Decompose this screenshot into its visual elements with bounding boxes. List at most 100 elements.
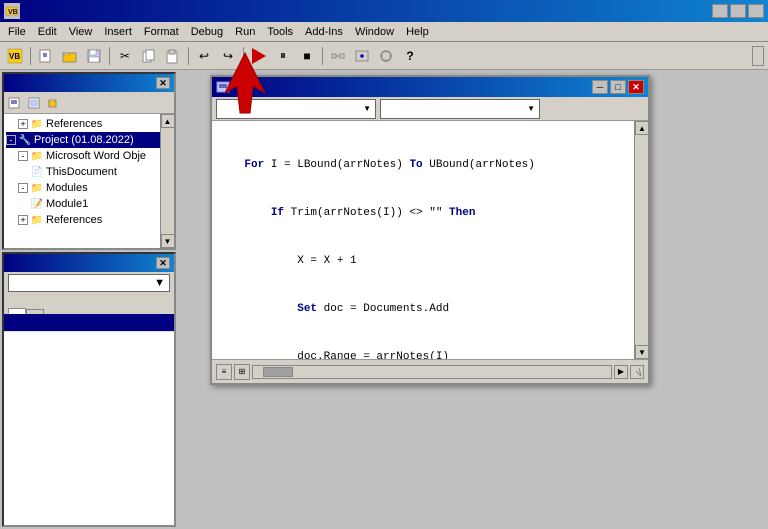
menu-item-view[interactable]: View (63, 22, 99, 41)
project-panel-close[interactable]: ✕ (156, 77, 170, 89)
code-procedure-combo[interactable]: ▼ (380, 99, 540, 119)
code-scroll-down[interactable]: ▼ (635, 345, 648, 359)
expand-icon[interactable]: - (6, 135, 16, 145)
toolbar: VB ✂ ↩ ↪ (0, 42, 768, 70)
expand-icon[interactable]: + (18, 215, 28, 225)
project-toolbar (4, 92, 174, 114)
undo-btn[interactable]: ↩ (193, 45, 215, 67)
folder-icon: 📁 (30, 213, 44, 227)
properties-object-select[interactable]: ▼ (8, 274, 170, 292)
toolbar-scroll[interactable] (752, 46, 764, 66)
code-window-icon (216, 80, 230, 94)
menu-item-debug[interactable]: Debug (185, 22, 229, 41)
code-minimize-btn[interactable]: ─ (592, 80, 608, 94)
insert-userform-btn[interactable] (351, 45, 373, 67)
code-hscrollbar[interactable] (252, 365, 612, 379)
properties-panel: ✕ ▼ (2, 252, 176, 527)
menu-item-run[interactable]: Run (229, 22, 261, 41)
properties-select-arrow: ▼ (154, 277, 165, 289)
app-icon: VB (4, 3, 20, 19)
design-btn[interactable] (327, 45, 349, 67)
code-title-buttons: ─ □ ✕ (592, 80, 644, 94)
tree-item-references-bottom[interactable]: + 📁 References (6, 212, 172, 228)
menu-item-format[interactable]: Format (138, 22, 185, 41)
code-scroll-up[interactable]: ▲ (635, 121, 648, 135)
tree-item-modules[interactable]: - 📁 Modules (6, 180, 172, 196)
combo-down-arrow-2: ▼ (527, 104, 535, 113)
folder-icon: 📁 (30, 117, 44, 131)
new-btn[interactable] (35, 45, 57, 67)
toolbar-sep-2 (109, 47, 110, 65)
tree-label: Module1 (46, 198, 88, 210)
code-close-btn[interactable]: ✕ (628, 80, 644, 94)
menu-item-tools[interactable]: Tools (261, 22, 299, 41)
project-tree: + 📁 References - 🔧 Project (01.08.2022) … (4, 114, 174, 248)
paste-btn[interactable] (162, 45, 184, 67)
code-window: ─ □ ✕ ▼ ▼ For I = LBound(arrNotes) To UB… (210, 75, 650, 385)
code-content[interactable]: For I = LBound(arrNotes) To UBound(arrNo… (212, 121, 634, 359)
tree-label: Modules (46, 182, 88, 194)
left-panel: ✕ (0, 70, 178, 529)
code-maximize-btn[interactable]: □ (610, 80, 626, 94)
code-line-3: X = X + 1 (218, 253, 628, 269)
menu-item-edit[interactable]: Edit (32, 22, 63, 41)
svg-text:VB: VB (9, 52, 20, 61)
scroll-up-btn[interactable]: ▲ (161, 114, 175, 128)
project-scrollbar: ▲ ▼ (160, 114, 174, 248)
code-view-full-btn[interactable]: ⊞ (234, 364, 250, 380)
project-icon: 🔧 (18, 133, 32, 147)
scroll-down-btn[interactable]: ▼ (161, 234, 175, 248)
expand-icon[interactable]: - (18, 183, 28, 193)
tree-label: ThisDocument (46, 166, 117, 178)
minimize-button[interactable] (712, 4, 728, 18)
properties-name-row (4, 314, 174, 332)
title-bar: VB (0, 0, 768, 22)
copy-btn[interactable] (138, 45, 160, 67)
tools-btn[interactable] (375, 45, 397, 67)
view-object-btn[interactable] (26, 94, 44, 112)
code-line-4: Set doc = Documents.Add (218, 301, 628, 317)
menu-item-file[interactable]: File (2, 22, 32, 41)
code-view-proc-btn[interactable]: ≡ (216, 364, 232, 380)
doc-icon: 📄 (30, 165, 44, 179)
menu-item-help[interactable]: Help (400, 22, 435, 41)
code-general-combo[interactable]: ▼ (216, 99, 376, 119)
code-line-1: For I = LBound(arrNotes) To UBound(arrNo… (218, 157, 628, 173)
tree-label: References (46, 214, 102, 226)
tree-item-project[interactable]: - 🔧 Project (01.08.2022) (6, 132, 172, 148)
code-line-5: doc.Range = arrNotes(I) (218, 349, 628, 359)
title-bar-buttons (712, 4, 764, 18)
resize-grip[interactable] (630, 365, 644, 379)
help-btn[interactable]: ? (399, 45, 421, 67)
menu-item-add-ins[interactable]: Add-Ins (299, 22, 349, 41)
menu-item-window[interactable]: Window (349, 22, 400, 41)
menu-item-insert[interactable]: Insert (98, 22, 138, 41)
tree-item-module1[interactable]: 📝 Module1 (6, 196, 172, 212)
expand-icon[interactable]: - (18, 151, 28, 161)
code-area: For I = LBound(arrNotes) To UBound(arrNo… (212, 121, 648, 359)
save-btn[interactable] (83, 45, 105, 67)
open-btn[interactable] (59, 45, 81, 67)
close-button[interactable] (748, 4, 764, 18)
toggle-folders-btn[interactable] (46, 94, 64, 112)
code-hscroll-thumb[interactable] (263, 367, 293, 377)
expand-icon[interactable]: + (18, 119, 28, 129)
redo-btn[interactable]: ↪ (217, 45, 239, 67)
cut-btn[interactable]: ✂ (114, 45, 136, 67)
pause-btn[interactable]: ⏸ (272, 45, 294, 67)
toolbar-sep-1 (30, 47, 31, 65)
stop-btn[interactable]: ■ (296, 45, 318, 67)
tree-item-thisdocument[interactable]: 📄 ThisDocument (6, 164, 172, 180)
properties-tabs (4, 294, 174, 314)
project-panel: ✕ (2, 72, 176, 250)
tree-item-references-top[interactable]: + 📁 References (6, 116, 172, 132)
view-code-btn[interactable] (6, 94, 24, 112)
vb-icon-btn[interactable]: VB (4, 45, 26, 67)
tree-item-word-objects[interactable]: - 📁 Microsoft Word Obje (6, 148, 172, 164)
folder-icon: 📁 (30, 181, 44, 195)
run-button[interactable] (248, 45, 270, 67)
code-title-bar: ─ □ ✕ (212, 77, 648, 97)
code-hscroll-right[interactable]: ▶ (614, 365, 628, 379)
properties-panel-close[interactable]: ✕ (156, 257, 170, 269)
maximize-button[interactable] (730, 4, 746, 18)
